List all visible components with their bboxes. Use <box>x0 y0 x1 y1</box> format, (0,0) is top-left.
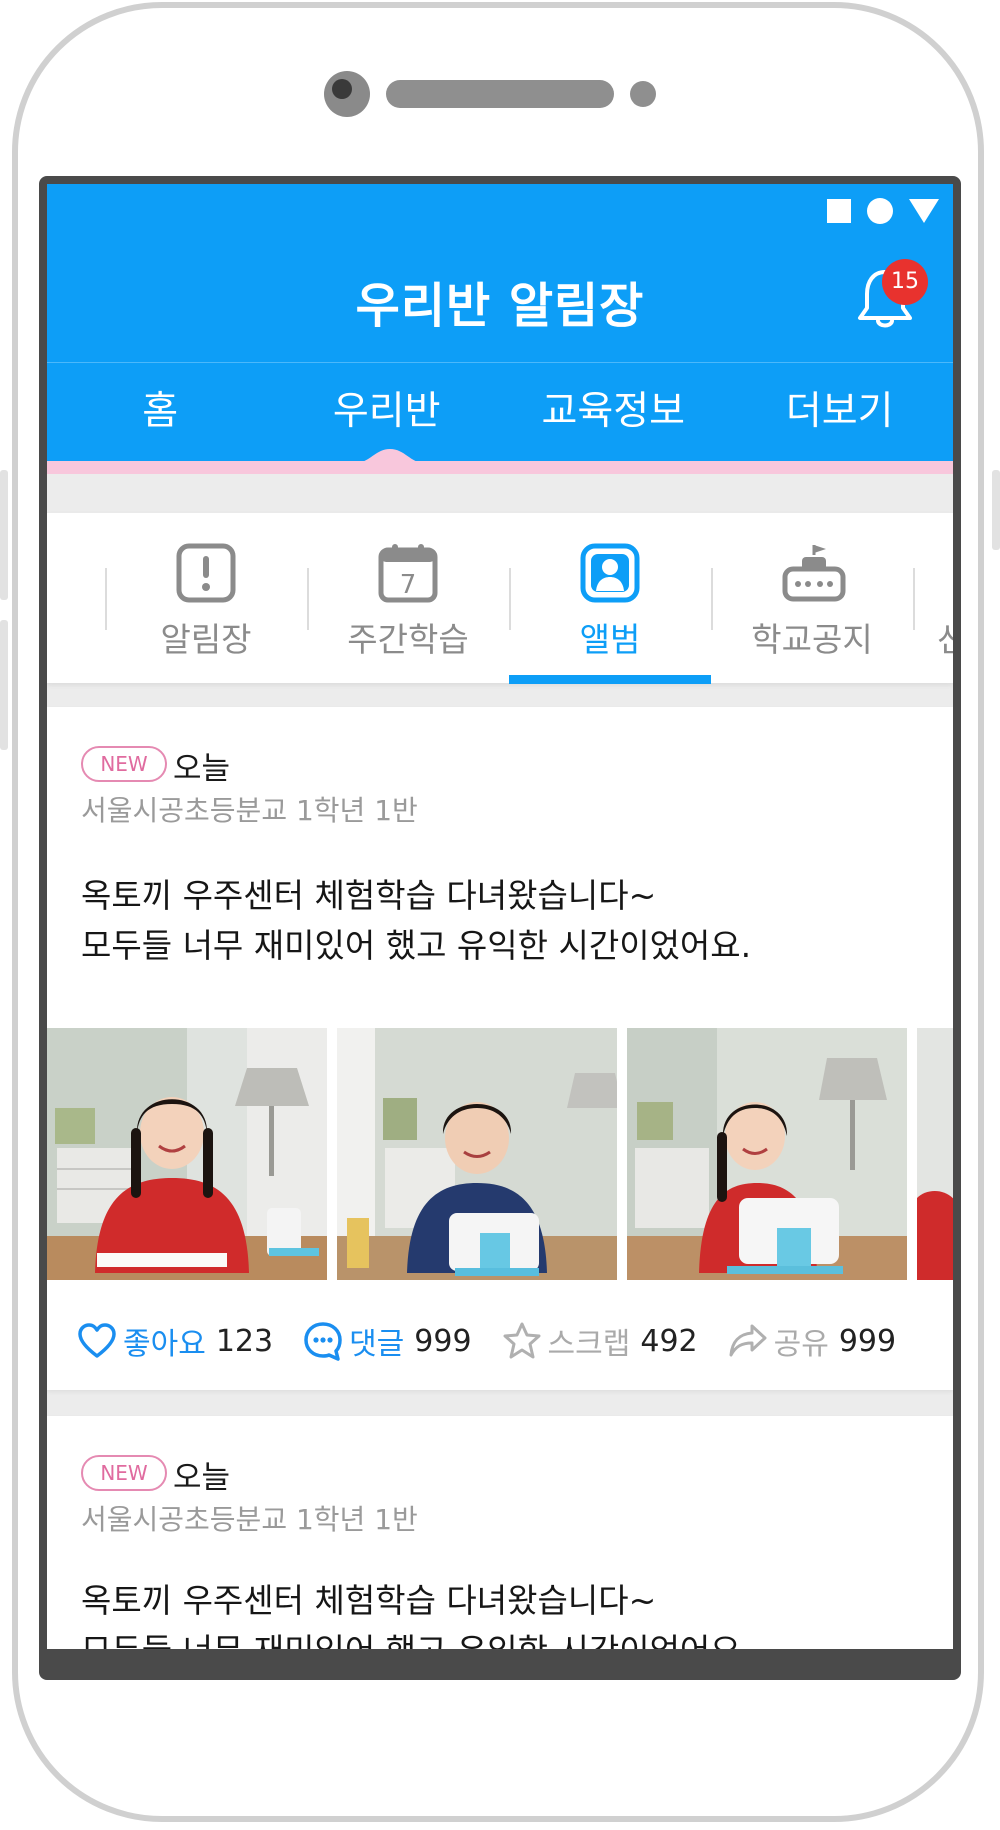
post-body: 옥토끼 우주센터 체험학습 다녀왔습니다~ 모두들 너무 재미있어 했고 유익한… <box>81 1581 751 1649</box>
post-date: 오늘 <box>173 1460 231 1496</box>
scrap-button[interactable]: 스크랩 492 <box>502 1319 698 1363</box>
school-notice-icon <box>782 545 846 602</box>
phone-side-button <box>992 470 1000 550</box>
app-display: 우리반 알림장 15 홈 우리반 교육정보 더보기 알림장 7 주간학습 앨범 … <box>47 184 953 1649</box>
album-photo[interactable] <box>47 1028 327 1280</box>
comment-button[interactable]: 댓글 999 <box>303 1319 472 1363</box>
calendar-icon: 7 <box>378 544 438 603</box>
subtab-label: 학교공지 <box>751 620 873 659</box>
tab-more[interactable]: 더보기 <box>727 364 954 464</box>
tab-home[interactable]: 홈 <box>47 364 274 464</box>
front-camera <box>324 71 370 117</box>
share-label: 공유 <box>773 1327 829 1362</box>
app-title: 우리반 알림장 <box>355 278 645 334</box>
phone-speaker <box>386 80 614 108</box>
subtab-album[interactable]: 앨범 <box>509 513 711 683</box>
tab-accent-bar <box>47 461 953 474</box>
comment-count: 999 <box>414 1323 472 1359</box>
share-icon <box>729 1324 767 1357</box>
new-badge: NEW <box>81 746 167 782</box>
phone-side-button <box>0 470 8 600</box>
notice-icon <box>176 543 236 603</box>
svg-text:7: 7 <box>400 570 417 600</box>
post-actions: 좋아요 123 댓글 999 스크랩 492 공유 999 <box>77 1316 926 1366</box>
album-photo[interactable] <box>917 1028 953 1280</box>
main-tab-bar: 홈 우리반 교육정보 더보기 <box>47 364 953 464</box>
notification-badge: 15 <box>882 259 928 305</box>
like-label: 좋아요 <box>123 1327 206 1362</box>
album-icon <box>580 543 640 603</box>
photo-strip[interactable] <box>47 1028 953 1280</box>
subtab-label: 선 <box>937 620 953 659</box>
status-bar <box>827 198 939 224</box>
phone-screen: 우리반 알림장 15 홈 우리반 교육정보 더보기 알림장 7 주간학습 앨범 … <box>39 176 961 1680</box>
post-card: NEW 오늘 서울시공초등분교 1학년 1반 옥토끼 우주센터 체험학습 다녀왔… <box>47 1416 953 1649</box>
post-body: 옥토끼 우주센터 체험학습 다녀왔습니다~ 모두들 너무 재미있어 했고 유익한… <box>81 876 752 965</box>
recent-apps-icon <box>827 199 851 223</box>
share-button[interactable]: 공유 999 <box>728 1319 896 1363</box>
post-card: NEW 오늘 서울시공초등분교 1학년 1반 옥토끼 우주센터 체험학습 다녀왔… <box>47 707 953 1390</box>
star-icon <box>503 1322 541 1359</box>
album-photo[interactable] <box>337 1028 617 1280</box>
subtab-weekly-study[interactable]: 7 주간학습 <box>307 513 509 683</box>
scrap-label: 스크랩 <box>547 1327 631 1362</box>
subtab-notice[interactable]: 알림장 <box>105 513 307 683</box>
subtab-label: 주간학습 <box>347 620 469 659</box>
new-badge: NEW <box>81 1455 167 1491</box>
header-divider <box>47 362 953 363</box>
subtab-school-notice[interactable]: 학교공지 <box>711 513 913 683</box>
subtab-partial[interactable]: 선 <box>913 513 953 683</box>
comment-label: 댓글 <box>349 1327 405 1362</box>
tab-education-info[interactable]: 교육정보 <box>500 364 727 464</box>
subtab-active-underline <box>509 675 711 684</box>
back-icon <box>909 199 939 223</box>
sub-tab-bar: 알림장 7 주간학습 앨범 학교공지 선 <box>47 513 953 683</box>
heart-icon <box>78 1323 116 1358</box>
post-class-name: 서울시공초등분교 1학년 1반 <box>81 1503 418 1536</box>
share-count: 999 <box>838 1323 897 1359</box>
post-date: 오늘 <box>173 751 231 787</box>
post-class-name: 서울시공초등분교 1학년 1반 <box>81 794 418 827</box>
like-count: 123 <box>215 1323 274 1359</box>
phone-sensor <box>630 81 656 107</box>
album-photo[interactable] <box>627 1028 907 1280</box>
app-header: 우리반 알림장 15 홈 우리반 교육정보 더보기 <box>47 184 953 474</box>
subtab-label: 알림장 <box>160 620 252 659</box>
scrap-count: 492 <box>640 1323 698 1359</box>
subtab-label: 앨범 <box>579 620 641 659</box>
home-icon <box>867 198 893 224</box>
comment-icon <box>304 1322 342 1361</box>
phone-side-button <box>0 620 8 750</box>
like-button[interactable]: 좋아요 123 <box>77 1319 273 1363</box>
